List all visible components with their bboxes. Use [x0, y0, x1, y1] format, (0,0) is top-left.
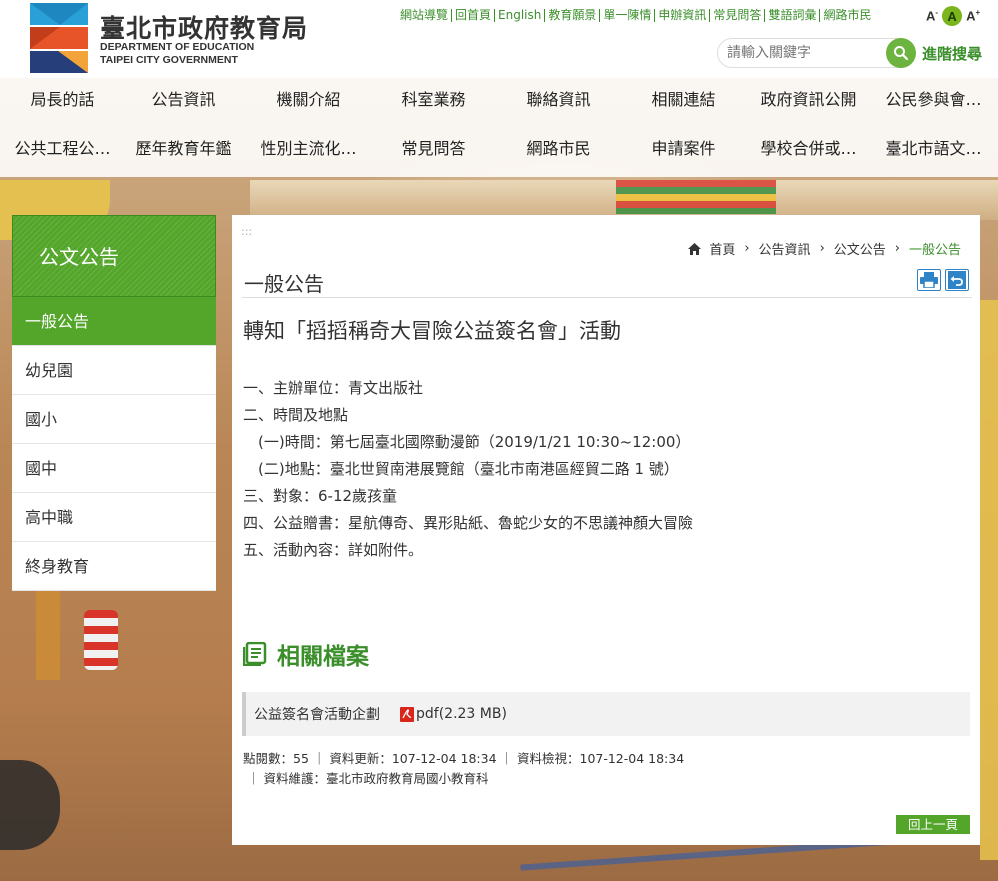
nav-faq[interactable]: 常見問答: [371, 127, 496, 171]
nav-gov-info[interactable]: 政府資訊公開: [746, 78, 871, 122]
top-link-faq[interactable]: 常見問答: [710, 9, 766, 22]
breadcrumb-separator: ›: [744, 241, 750, 256]
breadcrumb-home[interactable]: 首頁: [709, 239, 735, 258]
background-stripes: [616, 180, 776, 214]
body-line: (二)地點：臺北世貿南港展覽館（臺北市南港區經貿二路 1 號）: [243, 460, 679, 478]
print-icon: [920, 272, 938, 288]
font-size-controls: A- A A+: [926, 6, 980, 26]
top-link-petition[interactable]: 單一陳情: [600, 9, 656, 22]
top-link-vision[interactable]: 教育願景: [545, 9, 601, 22]
divider: [242, 297, 972, 298]
meta-maintainer: ｜ 資料維護：臺北市政府教育局國小教育科: [247, 771, 489, 786]
search-icon: [894, 46, 909, 61]
top-link-services[interactable]: 申辦資訊: [655, 9, 711, 22]
top-link-english[interactable]: English: [495, 9, 546, 22]
font-small-button[interactable]: A-: [926, 8, 938, 23]
meta-info: 點閱數：55 ｜ 資料更新：107-12-04 18:34 ｜ 資料檢視：107…: [243, 751, 685, 766]
related-files-title: 相關檔案: [277, 644, 369, 670]
body-line: 一、主辦單位：青文出版社: [243, 379, 424, 397]
body-line: 三、對象：6-12歲孩童: [243, 487, 398, 505]
nav-announcements[interactable]: 公告資訊: [121, 78, 246, 122]
breadcrumb-separator: ›: [894, 241, 900, 256]
breadcrumb-separator: ›: [819, 241, 825, 256]
file-name-link[interactable]: 公益簽名會活動企劃: [254, 704, 380, 724]
sidebar-item-junior-high[interactable]: 國中: [12, 444, 216, 493]
background-child-right: [980, 300, 998, 860]
related-files-heading: 相關檔案: [243, 637, 369, 671]
article-body: 一、主辦單位：青文出版社 二、時間及地點 (一)時間：第七屆臺北國際動漫節（20…: [243, 375, 693, 564]
breadcrumb-current[interactable]: 一般公告: [909, 239, 961, 258]
breadcrumb-announcements[interactable]: 公告資訊: [759, 239, 811, 258]
body-line: 五、活動內容：詳如附件。: [243, 541, 424, 559]
home-icon: [688, 242, 702, 255]
sidebar-item-elementary[interactable]: 國小: [12, 395, 216, 444]
background-sock: [84, 610, 118, 670]
nav-director-message[interactable]: 局長的話: [0, 78, 125, 122]
nav-gender[interactable]: 性別主流化…: [246, 127, 371, 171]
nav-netizen[interactable]: 網路市民: [496, 127, 621, 171]
body-line: 四、公益贈書：星航傳奇、異形貼紙、魯蛇少女的不思議神顏大冒險: [243, 514, 694, 532]
nav-language[interactable]: 臺北市語文…: [871, 127, 996, 171]
sidebar-item-senior-high[interactable]: 高中職: [12, 493, 216, 542]
nav-links[interactable]: 相關連結: [621, 78, 746, 122]
sidebar-title: 公文公告: [12, 215, 216, 297]
site-title-en-line1: DEPARTMENT OF EDUCATION: [100, 41, 255, 53]
file-row: 公益簽名會活動企劃 pdf(2.23 MB): [242, 692, 970, 736]
main-nav: 局長的話 公告資訊 機關介紹 科室業務 聯絡資訊 相關連結 政府資訊公開 公民參…: [0, 78, 998, 177]
nav-departments[interactable]: 科室業務: [371, 78, 496, 122]
sidebar-item-kindergarten[interactable]: 幼兒園: [12, 346, 216, 395]
file-download-link[interactable]: pdf(2.23 MB): [416, 706, 507, 722]
nav-applications[interactable]: 申請案件: [621, 127, 746, 171]
print-button[interactable]: [917, 269, 941, 291]
education-bureau-logo[interactable]: [30, 3, 88, 73]
nav-yearbook[interactable]: 歷年教育年鑑: [121, 127, 246, 171]
nav-contact[interactable]: 聯絡資訊: [496, 78, 621, 122]
site-title-en-line2: TAIPEI CITY GOVERNMENT: [100, 54, 238, 66]
files-icon: [243, 642, 267, 666]
top-link-sitemap[interactable]: 網站導覽: [397, 9, 453, 22]
top-link-home[interactable]: 回首頁: [452, 9, 496, 22]
nav-about[interactable]: 機關介紹: [246, 78, 371, 122]
search-input[interactable]: [727, 39, 887, 67]
pdf-icon: [400, 706, 414, 722]
top-link-glossary[interactable]: 雙語詞彙: [765, 9, 821, 22]
font-large-button[interactable]: A+: [966, 8, 980, 23]
body-line: 二、時間及地點: [243, 406, 349, 424]
sidebar-item-general[interactable]: 一般公告: [12, 297, 216, 346]
page-title: 一般公告: [244, 272, 324, 296]
breadcrumb-official[interactable]: 公文公告: [834, 239, 886, 258]
return-button[interactable]: [945, 269, 969, 291]
body-line: (一)時間：第七屆臺北國際動漫節（2019/1/21 10:30~12:00）: [243, 433, 691, 451]
sidebar-item-lifelong[interactable]: 終身教育: [12, 542, 216, 591]
top-links: 網站導覽 回首頁 English 教育願景 單一陳情 申辦資訊 常見問答 雙語詞…: [397, 9, 874, 22]
font-medium-button[interactable]: A: [942, 6, 963, 26]
return-icon: [948, 271, 966, 289]
site-header: 臺北市政府教育局 DEPARTMENT OF EDUCATION TAIPEI …: [0, 0, 998, 78]
main-content: ::: 首頁 › 公告資訊 › 公文公告 › 一般公告 一般公告 轉知「搯搯稱奇…: [232, 215, 980, 845]
nav-public-works[interactable]: 公共工程公…: [0, 127, 125, 171]
accesskey-marker[interactable]: :::: [241, 225, 252, 238]
advanced-search-link[interactable]: 進階搜尋: [922, 43, 982, 64]
back-button[interactable]: 回上一頁: [896, 815, 970, 834]
breadcrumb: 首頁 › 公告資訊 › 公文公告 › 一般公告: [688, 239, 961, 258]
nav-school-merge[interactable]: 學校合併或…: [746, 127, 871, 171]
top-link-netizen[interactable]: 網路市民: [820, 9, 874, 22]
sidebar: 公文公告 一般公告 幼兒園 國小 國中 高中職 終身教育: [12, 215, 216, 591]
article-title: 轉知「搯搯稱奇大冒險公益簽名會」活動: [243, 319, 621, 343]
site-title[interactable]: 臺北市政府教育局: [100, 9, 308, 45]
search-button[interactable]: [886, 38, 916, 68]
background-chair-leg: [36, 590, 60, 680]
nav-civic[interactable]: 公民參與會…: [871, 78, 996, 122]
